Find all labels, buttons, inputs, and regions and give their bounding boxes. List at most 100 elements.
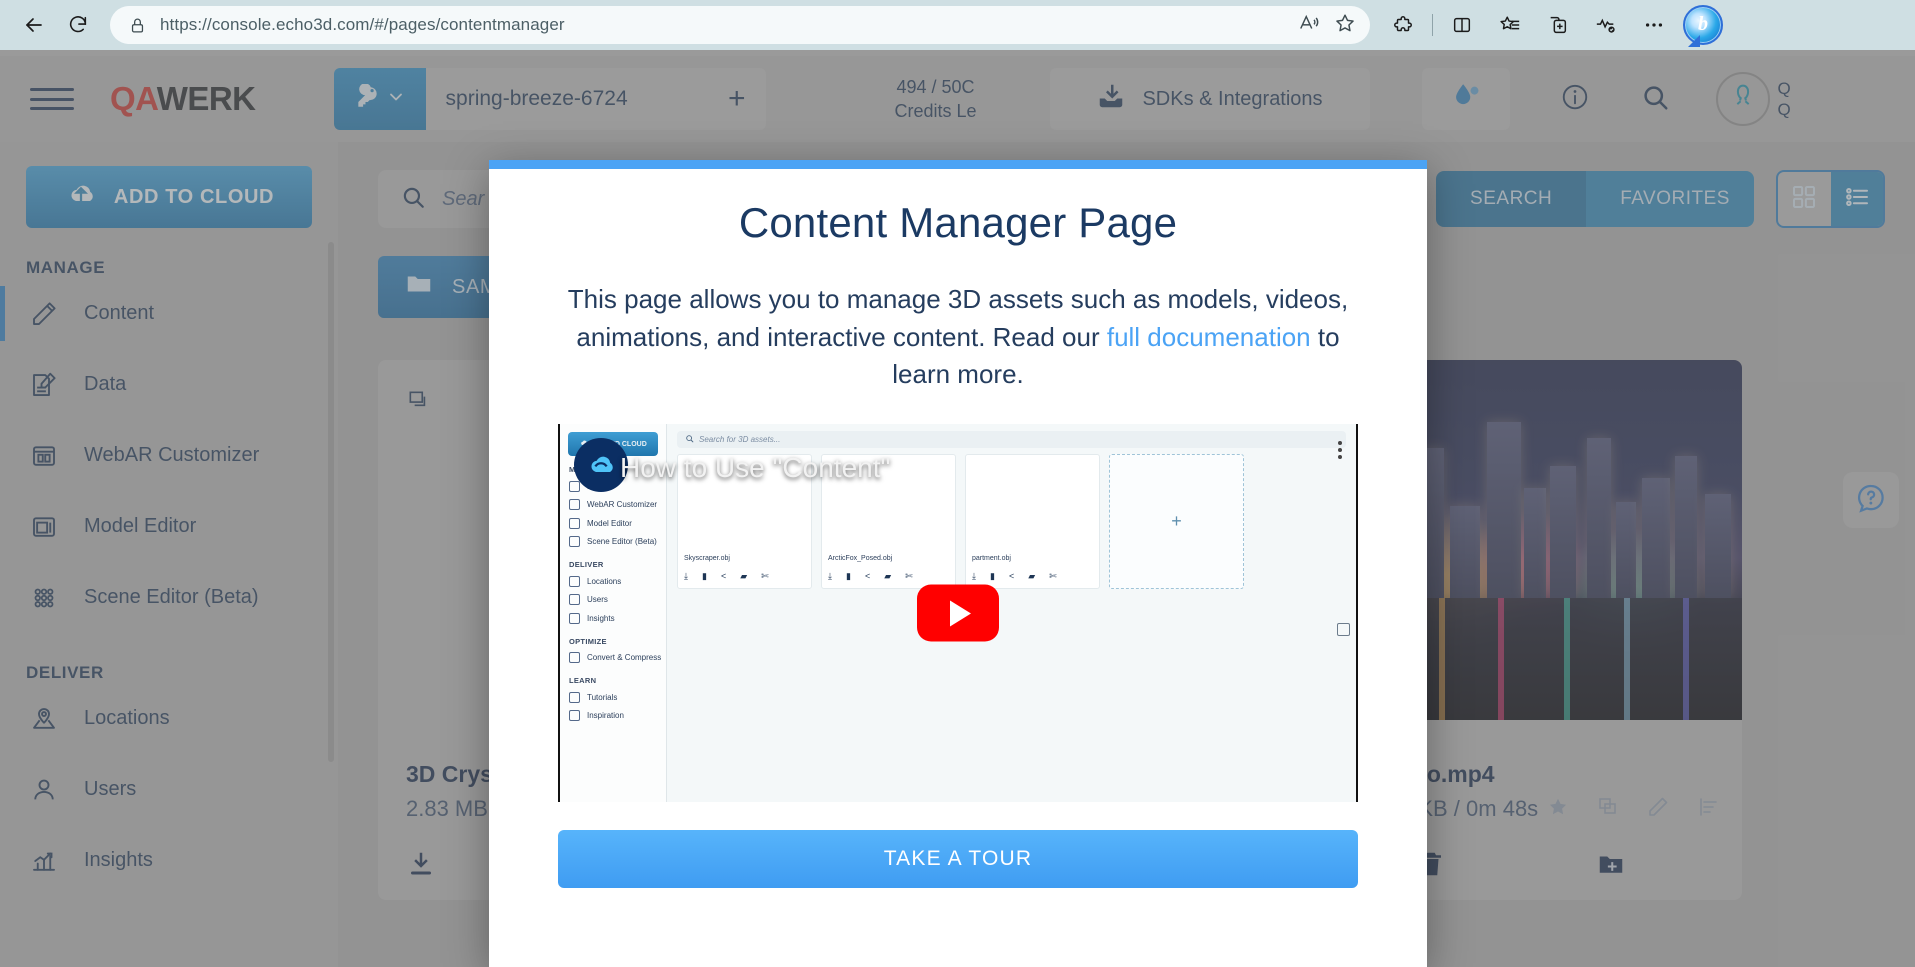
sidebar-item-users[interactable]: Users (0, 754, 338, 825)
item-icon (569, 652, 580, 664)
more-vertical-icon[interactable] (1338, 438, 1342, 462)
asset-card[interactable]: deo.mp4 9 KB / 0m 48s (1372, 360, 1742, 900)
credits-indicator: 494 / 50C Credits Le (876, 75, 996, 124)
item-label: Locations (587, 576, 622, 586)
asset-name: 3D Cryst (406, 761, 501, 787)
extensions-icon[interactable] (1384, 6, 1422, 44)
item-icon (569, 594, 580, 606)
help-button[interactable] (1843, 472, 1899, 528)
star-icon[interactable] (1546, 795, 1570, 824)
video-inner-card: partment.obj ⤓ ▮ < ▰ ✄ (965, 454, 1100, 590)
user-avatar[interactable] (1715, 72, 1770, 126)
sidebar-item-label: Scene Editor (Beta) (84, 586, 259, 608)
video-inner-card-name: ArcticFox_Posed.obj (828, 555, 893, 563)
sidebar-item-insights[interactable]: Insights (0, 825, 338, 896)
copilot-button[interactable]: b (1683, 5, 1723, 45)
download-icon: ⤓ (684, 571, 688, 582)
item-icon (569, 691, 580, 703)
water-reflection (1372, 597, 1742, 720)
trash-icon: ▮ (845, 571, 851, 582)
documentation-link[interactable]: full documenation (1107, 322, 1311, 352)
hamburger-menu-icon[interactable] (30, 84, 74, 114)
video-inner-card-icons: ⤓ ▮ < ▰ ✄ (972, 571, 1057, 582)
add-tab-group-icon[interactable] (1539, 6, 1577, 44)
add-project-button[interactable]: + (728, 84, 746, 114)
api-key-button[interactable] (333, 68, 426, 130)
folder-icon (404, 269, 434, 305)
more-options-icon[interactable] (1635, 6, 1673, 44)
video-inner-group: DELIVER (569, 560, 604, 570)
pencil-icon (26, 296, 62, 332)
add-to-folder-icon[interactable] (1596, 849, 1626, 884)
tutorial-video-embed[interactable]: ADD TO CLOUD MA Data WebAR Customizer Mo… (558, 424, 1358, 803)
sidebar-item-label: Insights (84, 849, 153, 871)
cloud-upload-icon (64, 177, 98, 217)
info-button[interactable] (1560, 82, 1590, 117)
modal-accent-bar (489, 160, 1427, 169)
star-icon[interactable] (1334, 12, 1356, 39)
sidebar-item-content[interactable]: Content (0, 278, 338, 349)
video-inner-item: Inspiration (560, 707, 666, 726)
duplicate-icon[interactable] (1596, 795, 1620, 824)
scissors-icon: ✄ (905, 571, 913, 582)
sidebar-item-scene-editor[interactable]: Scene Editor (Beta) (0, 562, 338, 633)
url-text: https://console.echo3d.com/#/pages/conte… (160, 15, 565, 34)
folder-icon: ▰ (1028, 571, 1036, 582)
collections-icon[interactable] (1491, 6, 1529, 44)
sidebar-item-locations[interactable]: Locations (0, 683, 338, 754)
lock-icon (124, 12, 150, 38)
user-avatar-icon (1726, 80, 1760, 119)
browser-extra-icons: b (1384, 5, 1723, 45)
tab-favorites[interactable]: FAVORITES (1586, 171, 1755, 227)
project-selector[interactable]: spring-breeze-6724 + (425, 68, 766, 130)
sidebar-item-model-editor[interactable]: Model Editor (0, 491, 338, 562)
global-search-button[interactable] (1640, 82, 1670, 117)
item-icon (569, 536, 580, 548)
folder-icon: ▰ (740, 571, 748, 582)
search-icon (685, 434, 694, 445)
tab-search[interactable]: SEARCH (1436, 171, 1587, 227)
sidebar-item-label: Model Editor (84, 515, 197, 537)
search-icon (400, 184, 426, 215)
item-label: Users (587, 595, 608, 605)
download-icon[interactable] (406, 849, 436, 884)
pencil-icon[interactable] (1646, 795, 1670, 824)
video-inner-card-icons: ⤓ ▮ < ▰ ✄ (828, 571, 913, 582)
chevron-down-icon (386, 87, 406, 112)
take-a-tour-button[interactable]: TAKE A TOUR (558, 830, 1358, 889)
address-bar[interactable]: https://console.echo3d.com/#/pages/conte… (110, 6, 1370, 44)
add-to-cloud-button[interactable]: ADD TO CLOUD (26, 166, 312, 228)
theme-droplet-button[interactable] (1421, 68, 1510, 130)
reload-button[interactable] (56, 5, 100, 45)
split-screen-icon[interactable] (1443, 6, 1481, 44)
sidebar-item-webar-customizer[interactable]: WebAR Customizer (0, 420, 338, 491)
video-inner-add-card: + (1109, 454, 1244, 590)
asset-quick-actions (1546, 795, 1720, 824)
back-arrow-icon (22, 13, 46, 37)
video-inner-item: Scene Editor (Beta) (560, 533, 666, 552)
video-inner-item: Insights (560, 609, 666, 628)
item-label: Insights (587, 613, 615, 623)
onboarding-modal: Content Manager Page This page allows yo… (489, 160, 1427, 967)
back-button[interactable] (12, 5, 56, 45)
sdks-integrations-button[interactable]: SDKs & Integrations (1049, 68, 1370, 130)
credits-count: 494 / 50C (896, 76, 975, 97)
video-inner-search: Search for 3D assets... (677, 431, 1346, 449)
item-icon (569, 480, 580, 492)
read-aloud-icon[interactable] (1298, 12, 1320, 39)
share-icon: < (1008, 571, 1015, 582)
metadata-icon[interactable] (1696, 795, 1720, 824)
list-view-icon (1842, 182, 1872, 217)
grid-view-button[interactable] (1778, 172, 1831, 226)
youtube-play-icon[interactable] (917, 584, 999, 642)
add-to-cloud-label: ADD TO CLOUD (113, 185, 275, 208)
list-view-button[interactable] (1830, 172, 1883, 226)
browser-essentials-icon[interactable] (1587, 6, 1625, 44)
download-icon: ⤓ (972, 571, 976, 582)
key-icon (354, 82, 380, 115)
sdks-label: SDKs & Integrations (1142, 87, 1323, 110)
sidebar-item-data[interactable]: Data (0, 349, 338, 420)
asset-thumbnail (1372, 360, 1742, 720)
sidebar-scrollbar[interactable] (328, 242, 334, 762)
video-inner-item: Tutorials (560, 688, 666, 707)
